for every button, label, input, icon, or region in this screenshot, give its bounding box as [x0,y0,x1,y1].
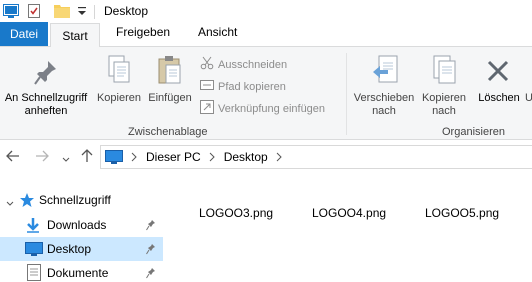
file-item[interactable]: LOGOO5.png [425,206,499,220]
delete-x-icon [486,59,510,86]
sidebar-item-label: Downloads [47,218,107,232]
window-icon [3,4,19,21]
delete-label: Löschen [478,92,520,104]
copy-path-label: Pfad kopieren [218,80,286,93]
paste-shortcut-icon [200,100,218,117]
tab-share[interactable]: Freigeben [116,25,170,39]
sidebar-item-label: Desktop [47,242,92,256]
pinned-icon [146,267,156,282]
document-icon [27,264,41,282]
ribbon-tabs: Datei Start Freigeben Ansicht [0,22,532,47]
copy-icon [106,55,132,88]
title-bar: Desktop [0,0,532,24]
download-arrow-icon [26,217,40,236]
pin-label-line1: An Schnellzugriff [4,92,88,104]
recent-locations-chevron-icon[interactable] [62,152,70,166]
pinned-icon [146,243,156,258]
tab-view[interactable]: Ansicht [198,25,237,39]
move-to-icon [371,55,399,90]
title-separator [94,5,95,19]
sidebar-item-label: Dokumente [47,266,109,280]
copy-path-button[interactable]: Pfad kopieren [200,78,286,95]
copy-to-icon [430,55,458,90]
navigation-pane: Schnellzugriff Downloads Desktop Dokumen… [0,186,163,282]
back-arrow-icon[interactable] [6,150,20,165]
ribbon-panel: An Schnellzugriff anheften Kopieren Einf… [0,46,532,140]
file-item[interactable]: LOGOO4.png [312,206,386,220]
delete-button[interactable]: Löschen [474,47,524,123]
sidebar-item-label: Schnellzugriff [39,193,111,207]
organize-group-label: Organisieren [442,126,505,138]
pin-icon [34,59,58,88]
sidebar-item-desktop[interactable]: Desktop [0,237,163,261]
copy-to-label-line2: nach [432,105,456,117]
navigation-bar: Dieser PC Desktop [0,142,532,172]
breadcrumb-chevron-icon[interactable] [209,152,215,162]
breadcrumb-desktop[interactable]: Desktop [224,150,268,164]
cut-label: Ausschneiden [218,58,288,71]
paste-shortcut-label: Verknüpfung einfügen [218,102,326,115]
move-to-label-line1: Verschieben [353,92,415,104]
breadcrumb-chevron-icon[interactable] [276,152,282,162]
window-title: Desktop [104,4,149,18]
tab-file[interactable]: Datei [0,22,48,46]
move-to-label-line2: nach [372,105,396,117]
copy-to-button[interactable]: Kopieren nach [417,47,471,123]
breadcrumb-this-pc[interactable]: Dieser PC [146,150,201,164]
copy-button[interactable]: Kopieren [94,47,144,123]
pin-to-quick-access-button[interactable]: An Schnellzugriff anheften [0,47,92,123]
group-separator [346,53,347,135]
up-arrow-icon[interactable] [81,149,93,166]
chevron-down-icon[interactable] [6,196,14,210]
copy-path-icon [200,78,218,95]
move-to-button[interactable]: Verschieben nach [351,47,417,123]
forward-arrow-icon[interactable] [35,150,49,165]
address-bar[interactable]: Dieser PC Desktop [100,145,532,169]
tab-start[interactable]: Start [50,23,100,47]
address-pc-icon [105,150,123,164]
pin-label-line2: anheften [24,105,68,117]
clipboard-group-label: Zwischenablage [128,126,208,138]
breadcrumb-chevron-icon[interactable] [131,152,137,162]
copy-label: Kopieren [96,92,142,104]
file-item[interactable]: LOGOO3.png [199,206,273,220]
paste-label: Einfügen [148,92,192,104]
copy-to-label-line1: Kopieren [421,92,467,104]
sidebar-item-documents[interactable]: Dokumente [0,261,163,282]
paste-shortcut-button[interactable]: Verknüpfung einfügen [200,100,325,117]
new-folder-quick-access-icon[interactable] [54,4,70,21]
paste-icon [157,55,183,88]
paste-button[interactable]: Einfügen [145,47,195,123]
pinned-icon [146,219,156,234]
scissors-icon [200,56,218,73]
desktop-icon [25,242,43,259]
customize-toolbar-dropdown-icon[interactable] [77,5,87,20]
cut-button[interactable]: Ausschneiden [200,56,287,73]
properties-quick-access-icon[interactable] [26,3,42,22]
sidebar-item-downloads[interactable]: Downloads [0,213,163,237]
star-icon [19,192,35,211]
sidebar-item-quick-access[interactable]: Schnellzugriff [0,188,163,212]
rename-label-partial[interactable]: U [525,92,532,105]
